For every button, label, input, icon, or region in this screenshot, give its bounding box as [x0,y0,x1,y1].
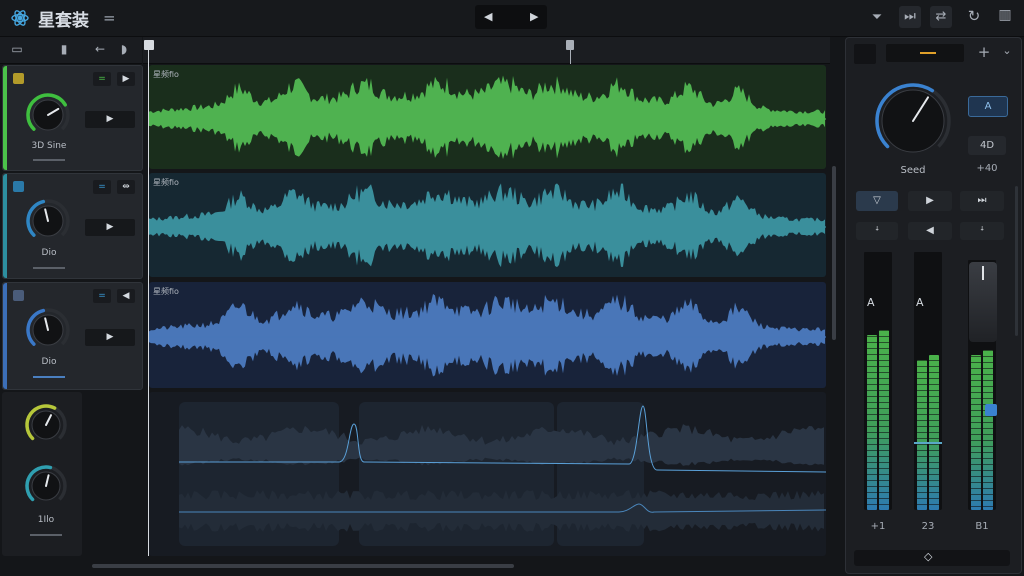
seed-knob[interactable] [874,82,952,160]
offset-value: +40 [976,163,998,174]
timeline-ruler[interactable] [143,37,830,64]
meter-ticks [864,252,892,510]
mode-a-button[interactable]: A [968,96,1008,117]
track-play-button[interactable]: ▶ [85,111,135,128]
footer-diamond-icon: ◇ [924,550,933,563]
automation-lane[interactable] [149,392,826,556]
track-label: 3D Sine [31,141,67,151]
bottom-knob-2[interactable] [24,464,68,508]
level-meter-2 [914,252,942,510]
track-type-icon [13,73,24,84]
playhead-handle[interactable] [144,40,154,50]
comment-icon[interactable]: ▭ [9,42,25,56]
mic-icon[interactable]: ▮ [56,42,72,56]
meter-label-2: 23 [921,521,935,532]
meter-label-3: B1 [975,521,989,532]
panel-play-button[interactable]: ▶ [908,191,952,211]
panel-footer-slider[interactable]: ◇ [854,550,1010,566]
swap-icon[interactable]: ⇄ [930,6,952,28]
preset-indicator [920,52,936,54]
nudge-right-button[interactable]: ꜜ [960,222,1004,240]
track-volume-knob[interactable] [25,307,71,353]
peak-marker-2: A [916,296,924,309]
track-fader[interactable] [33,267,65,269]
playhead-line [148,40,149,556]
pan-marker[interactable] [985,404,997,416]
sync-icon[interactable]: ↻ [964,7,984,25]
4d-button[interactable]: 4D [968,136,1006,155]
speaker-icon[interactable]: ◗ [116,42,132,56]
track-arm-button[interactable]: ▶ [117,72,135,86]
fader-cap-line [982,266,984,280]
add-icon[interactable]: + [976,43,992,61]
track-split-button[interactable]: ⇹ [117,180,135,194]
back-arrow-icon[interactable]: ← [92,42,108,56]
track-back-button[interactable]: ◀ [117,289,135,303]
track-header-3[interactable]: = ◀ ▶ Dio [2,282,143,390]
track-label: Dio [41,357,57,367]
track-play-button[interactable]: ▶ [85,219,135,236]
track-eq-button[interactable]: = [93,180,111,194]
waveform [149,294,826,377]
track-lane-2[interactable]: 星频fio [149,173,826,277]
peak-marker-1: A [867,296,875,309]
meter-ticks [914,252,942,510]
track-header-1[interactable]: = ▶ ▶ 3D Sine [2,65,143,171]
loop-marker[interactable] [566,40,574,50]
bottom-knob-1[interactable] [24,403,68,447]
hamburger-icon[interactable]: = [103,9,116,27]
track-lane-1[interactable]: 星频fio [149,65,826,169]
level-meter-1 [864,252,892,510]
track-type-icon [13,290,24,301]
filter-icon[interactable]: ⏷ [868,10,886,25]
mixer-bars-icon[interactable]: ▥ [995,7,1015,23]
track-header-2[interactable]: = ⇹ ▶ Dio [2,173,143,279]
track-color-bar [3,66,7,170]
track-fader[interactable] [33,159,65,161]
track-color-bar [3,283,7,389]
nudge-left-button[interactable]: ꜜ [856,222,898,240]
track-eq-button[interactable]: = [93,72,111,86]
panel-skip-button[interactable]: ⏭ [960,191,1004,211]
track-fader[interactable] [33,376,65,378]
track-label: Dio [41,248,57,258]
app-title: 星套装 [38,11,89,31]
track-lane-3[interactable]: 星频fio [149,282,826,388]
preset-display[interactable] [886,44,964,62]
atom-logo-icon [10,8,30,28]
track-play-button[interactable]: ▶ [85,329,135,346]
bottom-strip-label: 1Ilo [37,515,55,525]
waveform [149,75,826,160]
skip-icon[interactable]: ⏭ [899,6,921,28]
collapse-icon[interactable]: ⌄ [1000,44,1014,57]
horizontal-scrollbar[interactable] [92,564,514,568]
record-mode-button[interactable]: ▽ [856,191,898,211]
loop-marker-line [570,50,571,64]
vertical-scrollbar[interactable] [832,166,836,340]
track-eq-button[interactable]: = [93,289,111,303]
next-button[interactable]: ▶ [530,10,538,23]
track-type-icon [13,181,24,192]
panel-scrollbar[interactable] [1015,186,1018,336]
routing-icon[interactable] [854,44,876,64]
bottom-strip-fader[interactable] [30,534,62,536]
meter-2-marker [914,442,942,444]
prev-button[interactable]: ◀ [484,10,492,23]
seed-knob-label: Seed [900,165,926,176]
panel-rewind-button[interactable]: ◀ [908,222,952,240]
track-color-bar [3,174,7,278]
track-volume-knob[interactable] [25,198,71,244]
master-fader-cap[interactable] [969,262,997,342]
meter-label-1: +1 [870,521,886,532]
waveform [149,183,826,268]
automation-waveform [179,402,826,546]
track-volume-knob[interactable] [25,92,71,138]
